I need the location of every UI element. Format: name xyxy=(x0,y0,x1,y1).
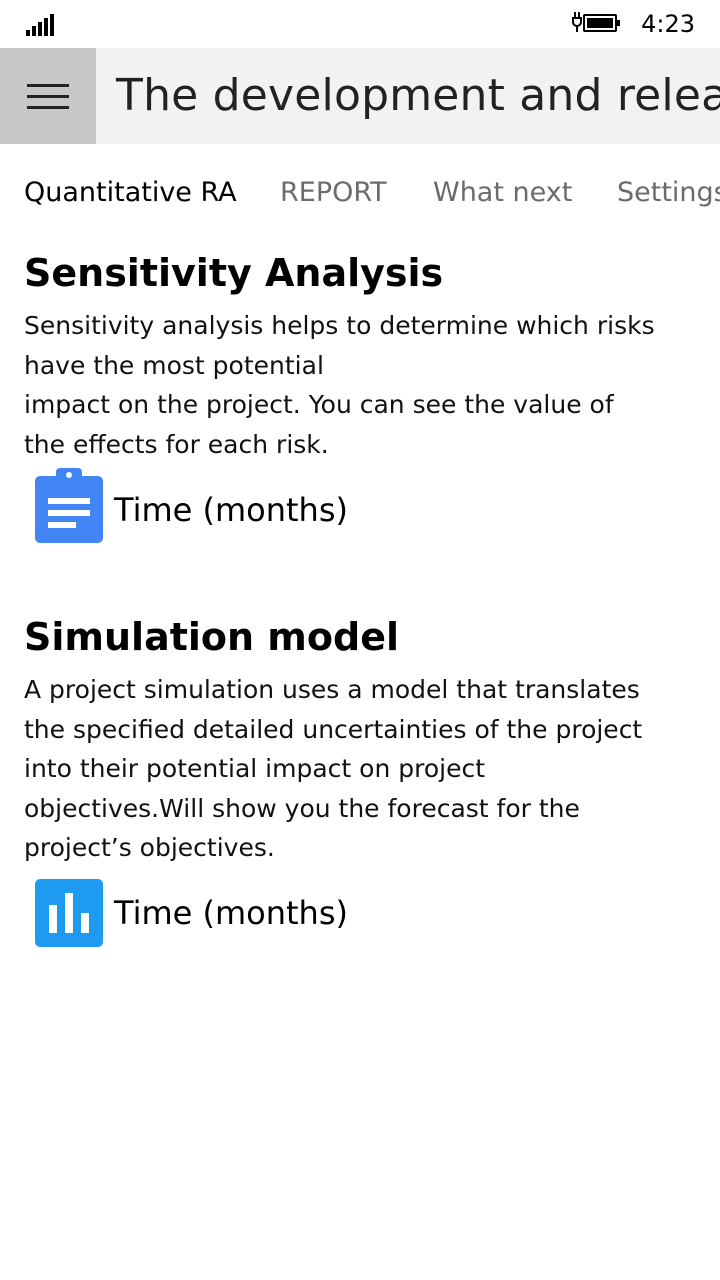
clipboard-icon xyxy=(35,468,103,543)
section-title-simulation-model: Simulation model xyxy=(24,615,399,659)
description-line: the effects for each risk. xyxy=(24,429,329,459)
description-line: objectives.Will show you the forecast fo… xyxy=(24,793,580,823)
tab-what-next[interactable]: What next xyxy=(433,170,572,216)
section-description-sensitivity-analysis: Sensitivity analysis helps to determine … xyxy=(24,306,694,464)
signal-strength-icon xyxy=(26,14,54,36)
pivot-tabs: Quantitative RA REPORT What next Setting… xyxy=(0,170,720,220)
status-time: 4:23 xyxy=(641,10,695,38)
hamburger-icon xyxy=(27,84,69,109)
description-line: have the most potential xyxy=(24,350,324,380)
hamburger-menu-button[interactable] xyxy=(0,48,96,144)
action-label: Time (months) xyxy=(114,491,348,529)
section-title-sensitivity-analysis: Sensitivity Analysis xyxy=(24,251,444,295)
sensitivity-time-months-button[interactable]: Time (months) xyxy=(34,468,434,544)
tab-report[interactable]: REPORT xyxy=(280,170,387,216)
section-description-simulation-model: A project simulation uses a model that t… xyxy=(24,670,694,868)
action-label: Time (months) xyxy=(114,894,348,932)
page-title: The development and release xyxy=(116,70,720,121)
description-line: A project simulation uses a model that t… xyxy=(24,675,640,704)
status-bar: 4:23 xyxy=(0,0,720,48)
tab-quantitative-ra[interactable]: Quantitative RA xyxy=(24,170,237,216)
description-line: impact on the project. You can see the v… xyxy=(24,390,614,419)
bar-chart-icon xyxy=(35,879,103,947)
description-line: Sensitivity analysis helps to determine … xyxy=(24,311,655,340)
description-line: the specified detailed uncertainties of … xyxy=(24,714,643,744)
description-line: project’s objectives. xyxy=(24,833,275,862)
tab-settings[interactable]: Settings xyxy=(617,170,720,216)
simulation-time-months-button[interactable]: Time (months) xyxy=(34,878,434,954)
battery-charging-icon xyxy=(572,12,620,32)
app-header: The development and release xyxy=(0,48,720,144)
description-line: into their potential impact on project xyxy=(24,754,486,783)
